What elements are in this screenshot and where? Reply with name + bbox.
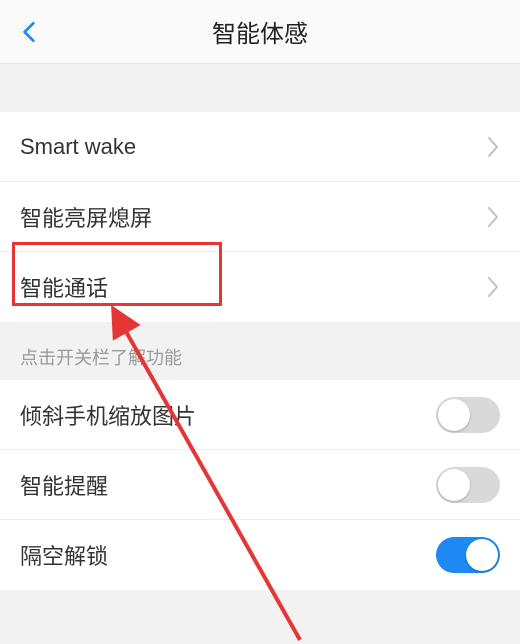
row-label: 隔空解锁: [20, 539, 108, 571]
row-smart-remind[interactable]: 智能提醒: [0, 450, 520, 520]
row-label: 智能亮屏熄屏: [20, 201, 152, 233]
section-gap: [0, 64, 520, 112]
toggle-tilt-zoom[interactable]: [436, 397, 500, 433]
section-hint: 点击开关栏了解功能: [0, 322, 520, 380]
toggle-smart-remind[interactable]: [436, 467, 500, 503]
toggle-air-unlock[interactable]: [436, 537, 500, 573]
row-label: 智能通话: [20, 271, 108, 303]
row-tilt-zoom[interactable]: 倾斜手机缩放图片: [0, 380, 520, 450]
row-smart-wake[interactable]: Smart wake: [0, 112, 520, 182]
row-label: 倾斜手机缩放图片: [20, 399, 196, 431]
header: 智能体感: [0, 0, 520, 64]
row-smart-screen[interactable]: 智能亮屏熄屏: [0, 182, 520, 252]
settings-group-1: Smart wake 智能亮屏熄屏 智能通话: [0, 112, 520, 322]
chevron-right-icon: [486, 205, 500, 229]
row-label: 智能提醒: [20, 469, 108, 501]
chevron-right-icon: [486, 275, 500, 299]
row-label: Smart wake: [20, 134, 136, 160]
chevron-left-icon: [17, 19, 43, 45]
row-air-unlock[interactable]: 隔空解锁: [0, 520, 520, 590]
row-smart-call[interactable]: 智能通话: [0, 252, 520, 322]
back-button[interactable]: [12, 14, 48, 50]
chevron-right-icon: [486, 135, 500, 159]
page-title: 智能体感: [0, 14, 520, 49]
settings-group-2: 倾斜手机缩放图片 智能提醒 隔空解锁: [0, 380, 520, 590]
